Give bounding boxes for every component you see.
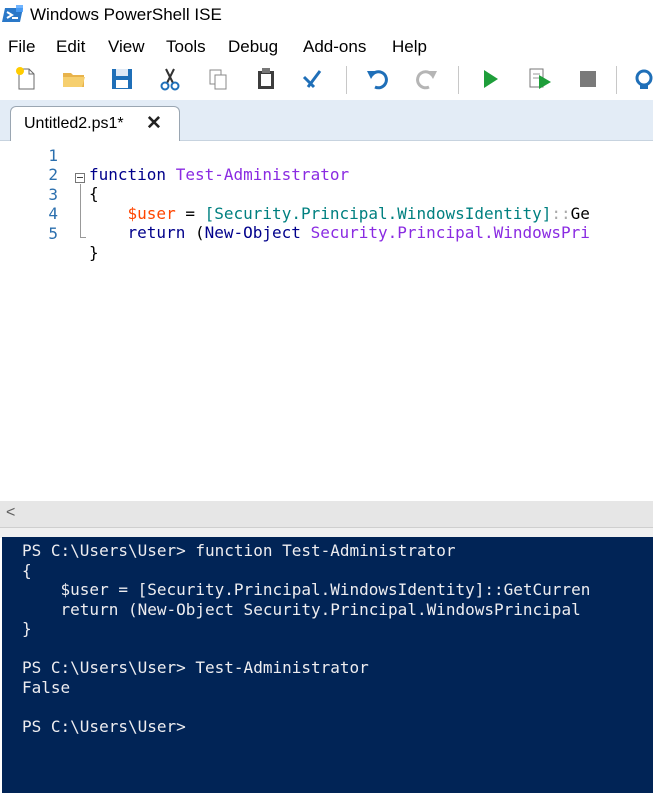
console-prompt[interactable]: PS C:\Users\User>: [22, 717, 186, 737]
code-line-2: {: [0, 165, 653, 203]
code-line-5: }: [0, 224, 653, 262]
toolbar: [0, 60, 653, 100]
console-pane[interactable]: PS C:\Users\User> function Test-Administ…: [2, 537, 653, 793]
console-line: return (New-Object Security.Principal.Wi…: [22, 600, 581, 619]
script-tab-strip: Untitled2.ps1* ✕: [0, 100, 653, 142]
new-remote-tab-icon[interactable]: [630, 65, 653, 93]
script-editor[interactable]: 1 2 3 4 5 function Test-Administrator { …: [0, 141, 653, 501]
code-line-4: return (New-Object Security.Principal.Wi…: [0, 204, 653, 242]
cut-icon[interactable]: [156, 65, 184, 93]
paste-icon[interactable]: [252, 65, 280, 93]
console-line: }: [22, 619, 32, 638]
code-line-3: $user = [Security.Principal.WindowsIdent…: [0, 185, 653, 223]
new-script-icon[interactable]: [12, 65, 40, 93]
code-line-1: function Test-Administrator: [0, 146, 653, 184]
tab-label: Untitled2.ps1*: [24, 115, 124, 132]
stop-icon[interactable]: [574, 65, 602, 93]
console-line: False: [22, 678, 71, 697]
open-icon[interactable]: [60, 65, 88, 93]
clear-console-icon[interactable]: [300, 65, 328, 93]
menu-file[interactable]: File: [8, 37, 35, 57]
toolbar-separator: [346, 66, 347, 94]
toolbar-separator: [458, 66, 459, 94]
menu-tools[interactable]: Tools: [166, 37, 206, 57]
powershell-ise-icon: [2, 5, 23, 22]
scroll-left-icon[interactable]: <: [6, 504, 15, 522]
close-icon[interactable]: ✕: [146, 112, 162, 135]
console-line: PS C:\Users\User> Test-Administrator: [22, 658, 369, 677]
copy-icon[interactable]: [204, 65, 232, 93]
horizontal-scrollbar[interactable]: <: [0, 501, 653, 527]
toolbar-separator: [616, 66, 617, 94]
menu-bar: File Edit View Tools Debug Add-ons Help: [0, 32, 653, 60]
redo-icon[interactable]: [412, 65, 440, 93]
undo-icon[interactable]: [364, 65, 392, 93]
run-script-icon[interactable]: [476, 65, 504, 93]
tab-untitled2[interactable]: Untitled2.ps1* ✕: [10, 106, 180, 142]
menu-debug[interactable]: Debug: [228, 37, 278, 57]
save-icon[interactable]: [108, 65, 136, 93]
title-bar: Windows PowerShell ISE: [0, 0, 653, 32]
brace-token: }: [89, 243, 99, 262]
menu-view[interactable]: View: [108, 37, 145, 57]
run-selection-icon[interactable]: [526, 65, 554, 93]
console-line: $user = [Security.Principal.WindowsIdent…: [22, 580, 591, 599]
console-line: PS C:\Users\User> function Test-Administ…: [22, 541, 456, 560]
window-title: Windows PowerShell ISE: [30, 5, 222, 24]
menu-addons[interactable]: Add-ons: [303, 37, 366, 57]
console-line: {: [22, 561, 32, 580]
menu-edit[interactable]: Edit: [56, 37, 85, 57]
menu-help[interactable]: Help: [392, 37, 427, 57]
